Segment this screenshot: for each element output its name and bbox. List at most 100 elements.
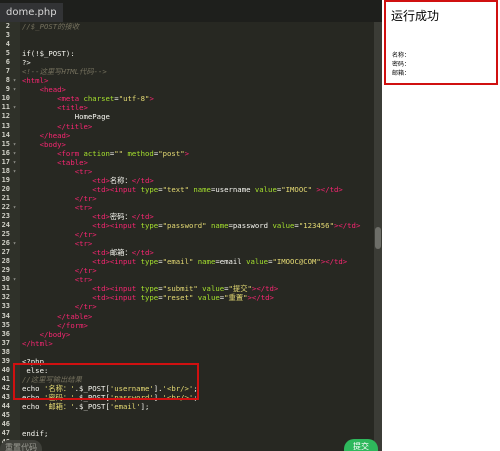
- code-line[interactable]: 32 <td><input type="reset" value="重置"></…: [0, 293, 374, 302]
- code-line[interactable]: 34 </table>: [0, 312, 374, 321]
- code-line[interactable]: 18 ▾ <tr>: [0, 167, 374, 176]
- highlight-box-echo-lines: [13, 363, 199, 400]
- code-line[interactable]: 38: [0, 348, 374, 357]
- line-number: 7: [5, 67, 10, 76]
- fold-toggle-icon[interactable]: ▾: [11, 149, 18, 158]
- code-line[interactable]: 15 ▾ <body>: [0, 140, 374, 149]
- code-text: <form action="" method="post">: [22, 149, 189, 158]
- code-editor[interactable]: dome.php 2//$_POST的接收 3 4 5 if(!$_POST): 6 ?> 7…: [0, 0, 382, 451]
- code-token: <td><input: [22, 257, 141, 267]
- code-line[interactable]: 5 if(!$_POST):: [0, 49, 374, 58]
- code-line[interactable]: 4: [0, 40, 374, 49]
- code-line[interactable]: 12 HomePage: [0, 112, 374, 121]
- code-line[interactable]: 20 <td><input type="text" name=username …: [0, 185, 374, 194]
- code-token: <td>: [22, 248, 110, 258]
- code-line[interactable]: 48: [0, 438, 374, 447]
- code-text: </tr>: [22, 266, 97, 275]
- code-line[interactable]: 47 endif;: [0, 429, 374, 438]
- code-line[interactable]: 46: [0, 420, 374, 429]
- reset-code-button[interactable]: 重置代码: [0, 440, 42, 451]
- code-line[interactable]: 31 <td><input type="submit" value="提交"><…: [0, 284, 374, 293]
- submit-button[interactable]: 提交: [344, 439, 378, 451]
- code-text: <td>邮箱：</td>: [22, 248, 153, 258]
- code-token: .$_POST[: [74, 401, 110, 411]
- code-line[interactable]: 7 <!--这里写HTML代码-->: [0, 67, 374, 76]
- code-token: "": [114, 148, 124, 158]
- code-text: <table>: [22, 158, 88, 167]
- code-text: </tr>: [22, 302, 97, 311]
- code-token: ></td>: [333, 221, 361, 231]
- code-text: <td>密码：</td>: [22, 212, 153, 221]
- code-token: "utf-8": [118, 94, 150, 104]
- code-line[interactable]: 14 </head>: [0, 131, 374, 140]
- fold-toggle-icon[interactable]: ▾: [11, 85, 18, 94]
- editor-scrollbar[interactable]: [374, 22, 382, 451]
- code-line[interactable]: 8 ▾ <html>: [0, 76, 374, 85]
- code-token: </td>: [131, 175, 154, 185]
- scrollbar-thumb[interactable]: [375, 227, 381, 249]
- fold-toggle-icon[interactable]: ▾: [11, 140, 18, 149]
- code-line[interactable]: 2 //$_POST的接收: [0, 22, 374, 31]
- code-line[interactable]: 13 </title>: [0, 122, 374, 131]
- code-line[interactable]: 17 ▾ <table>: [0, 158, 374, 167]
- code-token: ];: [140, 401, 150, 411]
- code-line[interactable]: 24 <td><input type="password" name=passw…: [0, 221, 374, 230]
- code-line[interactable]: 33 </tr>: [0, 302, 374, 311]
- fold-toggle-icon[interactable]: ▾: [11, 167, 18, 176]
- code-line[interactable]: 11 ▾ <title>: [0, 103, 374, 112]
- code-line[interactable]: 25 </tr>: [0, 230, 374, 239]
- code-line[interactable]: 6 ?>: [0, 58, 374, 67]
- code-text: <meta charset="utf-8">: [22, 94, 154, 103]
- line-number: 23: [1, 211, 10, 220]
- code-line[interactable]: 30 ▾ <tr>: [0, 275, 374, 284]
- fold-toggle-icon[interactable]: ▾: [11, 103, 18, 112]
- line-number: 35: [1, 320, 10, 329]
- code-line[interactable]: 19 <td>名称：</td>: [0, 176, 374, 185]
- code-line[interactable]: 36 </body>: [0, 330, 374, 339]
- code-token: type: [140, 257, 159, 267]
- tab-dome-php[interactable]: dome.php: [0, 3, 63, 22]
- code-line[interactable]: 21 </tr>: [0, 194, 374, 203]
- result-title: 运行成功: [391, 9, 440, 23]
- code-token: echo: [22, 401, 44, 411]
- code-line[interactable]: 22 ▾ <tr>: [0, 203, 374, 212]
- line-number: 17: [1, 157, 10, 166]
- code-token: type: [140, 221, 159, 231]
- code-line[interactable]: 3: [0, 31, 374, 40]
- code-line[interactable]: 35 </form>: [0, 321, 374, 330]
- code-line[interactable]: 23 <td>密码：</td>: [0, 212, 374, 221]
- code-text: </tr>: [22, 194, 97, 203]
- line-number: 20: [1, 184, 10, 193]
- fold-toggle-icon[interactable]: ▾: [11, 158, 18, 167]
- code-line[interactable]: 44 echo '邮箱：'.$_POST['email'];: [0, 402, 374, 411]
- fold-toggle-icon[interactable]: ▾: [11, 275, 18, 284]
- line-number: 13: [1, 121, 10, 130]
- code-line[interactable]: 26 ▾ <tr>: [0, 239, 374, 248]
- code-text: <td><input type="submit" value="提交"></td…: [22, 284, 278, 293]
- code-line[interactable]: 9 ▾ <head>: [0, 85, 374, 94]
- code-token: value: [197, 284, 225, 294]
- code-line[interactable]: 27 <td>邮箱：</td>: [0, 248, 374, 257]
- fold-toggle-icon[interactable]: ▾: [11, 76, 18, 85]
- fold-toggle-icon[interactable]: ▾: [11, 239, 18, 248]
- code-line[interactable]: 45: [0, 411, 374, 420]
- line-number: 43: [1, 392, 10, 401]
- code-line[interactable]: 29 </tr>: [0, 266, 374, 275]
- code-text: <tr>: [22, 167, 93, 176]
- code-token: </tr>: [22, 230, 97, 240]
- line-number: 32: [1, 293, 10, 302]
- code-line[interactable]: 10 <meta charset="utf-8">: [0, 94, 374, 103]
- code-token: name: [206, 221, 229, 231]
- line-number: 10: [1, 94, 10, 103]
- line-number: 31: [1, 284, 10, 293]
- code-line[interactable]: 28 <td><input type="email" name=email va…: [0, 257, 374, 266]
- line-number: 6: [5, 58, 10, 67]
- code-text: <td><input type="password" name=password…: [22, 221, 360, 230]
- code-text: echo '邮箱：'.$_POST['email'];: [22, 402, 149, 411]
- code-text: <html>: [22, 76, 48, 85]
- code-line[interactable]: 49?>: [0, 447, 374, 451]
- line-number: 40: [1, 365, 10, 374]
- code-line[interactable]: 16 ▾ <form action="" method="post">: [0, 149, 374, 158]
- fold-toggle-icon[interactable]: ▾: [11, 203, 18, 212]
- code-line[interactable]: 37 </html>: [0, 339, 374, 348]
